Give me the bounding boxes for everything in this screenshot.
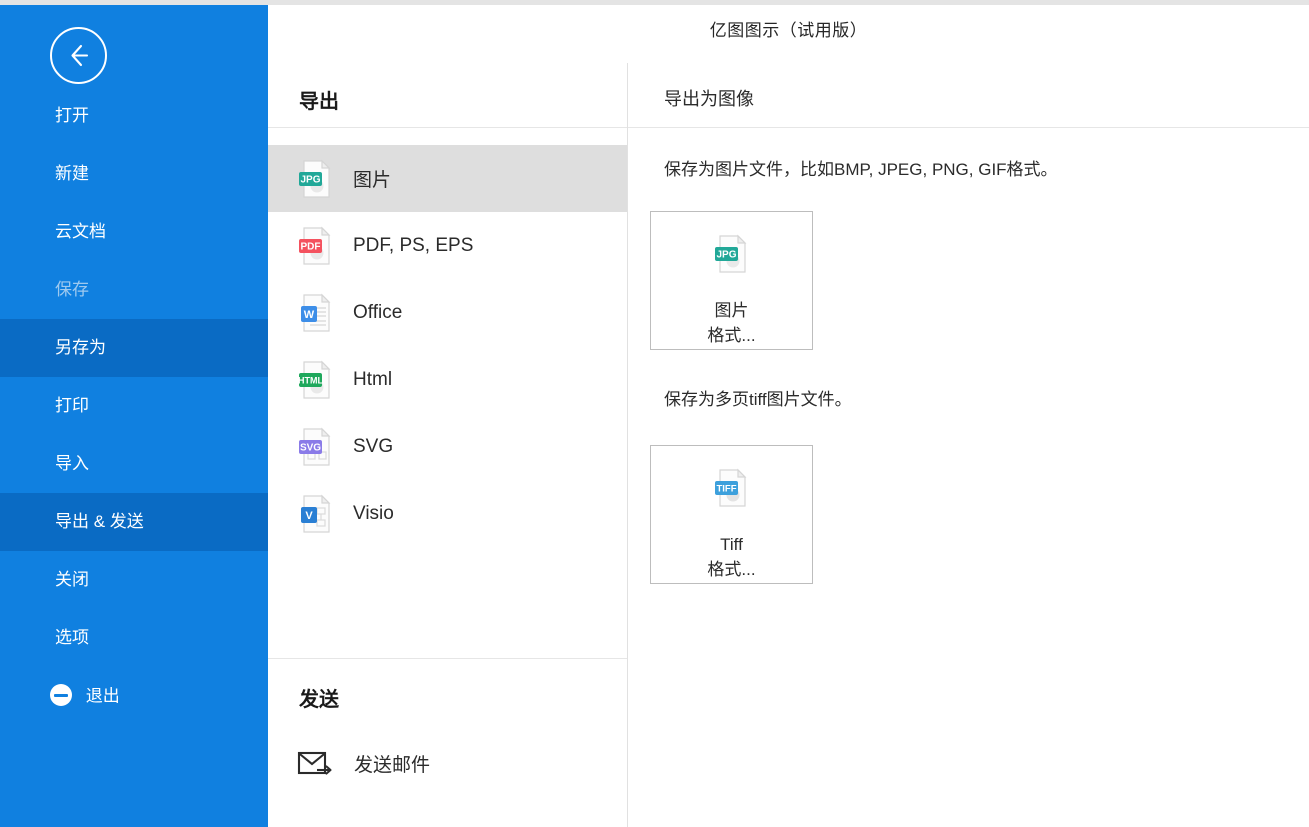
image-format-card[interactable]: JPG 图片 格式... bbox=[650, 211, 813, 350]
sidebar-item-exit[interactable]: 退出 bbox=[0, 667, 268, 725]
backstage-view: 亿图图示（试用版） 打开 新建 云文档 保存 另存为 打印 导入 导出 & 发送… bbox=[0, 0, 1309, 827]
jpg-file-icon: JPG bbox=[712, 233, 752, 275]
export-item-label: 图片 bbox=[353, 170, 392, 191]
export-item-image[interactable]: JPG 图片 bbox=[268, 145, 627, 212]
export-detail-heading: 导出为图像 bbox=[664, 89, 754, 109]
divider bbox=[628, 127, 1309, 128]
tiff-export-description: 保存为多页tiff图片文件。 bbox=[664, 390, 852, 409]
send-section-heading: 发送 bbox=[299, 689, 339, 711]
sidebar-item-label: 导出 & 发送 bbox=[55, 512, 144, 531]
card-label-line1: 图片 bbox=[714, 301, 749, 320]
word-file-icon: W bbox=[296, 292, 336, 334]
sidebar-item-print[interactable]: 打印 bbox=[0, 377, 268, 435]
svg-text:PDF: PDF bbox=[301, 241, 321, 252]
exit-circle-icon bbox=[50, 684, 72, 707]
svg-text:HTML: HTML bbox=[298, 375, 323, 385]
sidebar-item-export-and-send[interactable]: 导出 & 发送 bbox=[0, 493, 268, 551]
divider bbox=[268, 127, 627, 128]
sidebar-item-options[interactable]: 选项 bbox=[0, 609, 268, 667]
sidebar-item-label: 另存为 bbox=[55, 338, 106, 357]
send-item-email[interactable]: 发送邮件 bbox=[268, 735, 627, 791]
sidebar-item-label: 云文档 bbox=[55, 222, 106, 241]
export-item-office[interactable]: W Office bbox=[268, 279, 627, 346]
export-format-list: JPG 图片 PDF PDF, PS, EPS W Office HTML Ht… bbox=[268, 145, 627, 547]
export-item-label: Html bbox=[353, 368, 393, 390]
sidebar-item-cloud-docs[interactable]: 云文档 bbox=[0, 203, 268, 261]
sidebar-item-new[interactable]: 新建 bbox=[0, 145, 268, 203]
send-item-label: 发送邮件 bbox=[354, 754, 431, 776]
svg-text:JPG: JPG bbox=[300, 174, 320, 185]
export-item-label: Office bbox=[353, 301, 403, 323]
sidebar-item-save: 保存 bbox=[0, 261, 268, 319]
export-item-svg[interactable]: SVG SVG bbox=[268, 413, 627, 480]
sidebar-item-label: 打开 bbox=[55, 106, 89, 125]
svg-file-icon: SVG bbox=[296, 426, 336, 468]
card-label-line1: Tiff bbox=[720, 535, 743, 554]
sidebar-item-open[interactable]: 打开 bbox=[0, 87, 268, 145]
sidebar-item-label: 选项 bbox=[55, 628, 89, 647]
sidebar-item-import[interactable]: 导入 bbox=[0, 435, 268, 493]
jpg-file-icon: JPG bbox=[296, 158, 336, 200]
divider bbox=[268, 658, 627, 659]
window-title: 亿图图示（试用版） bbox=[709, 21, 868, 40]
export-list-panel: 导出 JPG 图片 PDF PDF, PS, EPS W Office HTML… bbox=[268, 63, 627, 827]
sidebar-nav: 打开 新建 云文档 保存 另存为 打印 导入 导出 & 发送 关闭 选项 退出 bbox=[0, 87, 268, 725]
html-file-icon: HTML bbox=[296, 359, 336, 401]
sidebar-item-label: 导入 bbox=[55, 454, 89, 473]
svg-text:V: V bbox=[305, 510, 313, 522]
title-bar: 亿图图示（试用版） bbox=[268, 5, 1309, 63]
sidebar: 打开 新建 云文档 保存 另存为 打印 导入 导出 & 发送 关闭 选项 退出 bbox=[0, 5, 268, 827]
tiff-format-card[interactable]: TIFF Tiff 格式... bbox=[650, 445, 813, 584]
sidebar-item-label: 保存 bbox=[55, 280, 89, 299]
export-section-heading: 导出 bbox=[299, 91, 339, 113]
export-item-pdf-ps-eps[interactable]: PDF PDF, PS, EPS bbox=[268, 212, 627, 279]
card-label-line2: 格式... bbox=[707, 325, 756, 345]
svg-text:SVG: SVG bbox=[300, 442, 321, 453]
tiff-file-icon: TIFF bbox=[712, 467, 752, 509]
svg-text:JPG: JPG bbox=[716, 250, 736, 261]
export-item-label: SVG bbox=[353, 435, 394, 457]
sidebar-item-label: 退出 bbox=[85, 686, 120, 706]
send-mail-icon bbox=[297, 748, 337, 778]
export-detail-panel: 导出为图像 保存为图片文件，比如BMP, JPEG, PNG, GIF格式。 J… bbox=[628, 63, 1309, 827]
sidebar-item-save-as[interactable]: 另存为 bbox=[0, 319, 268, 377]
pdf-file-icon: PDF bbox=[296, 225, 336, 267]
sidebar-item-label: 关闭 bbox=[55, 570, 89, 589]
sidebar-item-label: 新建 bbox=[55, 164, 89, 183]
export-item-visio[interactable]: V Visio bbox=[268, 480, 627, 547]
card-label-line2: 格式... bbox=[707, 559, 756, 579]
export-item-html[interactable]: HTML Html bbox=[268, 346, 627, 413]
sidebar-item-label: 打印 bbox=[55, 396, 89, 415]
sidebar-item-close[interactable]: 关闭 bbox=[0, 551, 268, 609]
svg-text:TIFF: TIFF bbox=[716, 484, 736, 495]
svg-text:W: W bbox=[304, 309, 315, 321]
visio-file-icon: V bbox=[296, 493, 336, 535]
back-arrow-icon[interactable] bbox=[50, 27, 107, 84]
image-export-description: 保存为图片文件，比如BMP, JPEG, PNG, GIF格式。 bbox=[664, 160, 1058, 179]
export-item-label: PDF, PS, EPS bbox=[353, 234, 474, 256]
export-item-label: Visio bbox=[353, 502, 394, 524]
